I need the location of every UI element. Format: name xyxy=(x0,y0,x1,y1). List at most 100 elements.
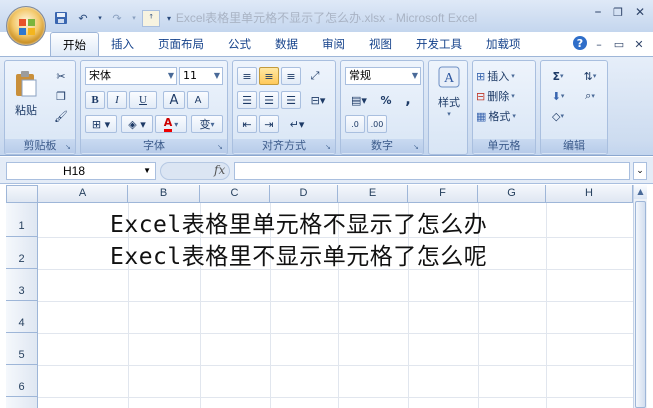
row-header-4[interactable]: 4 xyxy=(6,301,38,333)
column-header-c[interactable]: C xyxy=(200,185,270,203)
find-select-button[interactable]: ⌕ ▾ xyxy=(575,87,605,105)
grow-font-button[interactable]: A xyxy=(163,91,185,109)
comma-button[interactable]: , xyxy=(399,91,417,109)
phonetic-button[interactable]: 变 ▾ xyxy=(191,115,223,133)
column-header-g[interactable]: G xyxy=(478,185,546,203)
cut-icon[interactable]: ✂ xyxy=(51,67,71,85)
align-left-button[interactable]: ☰ xyxy=(237,91,257,109)
decrease-indent-button[interactable]: ⇤ xyxy=(237,115,257,133)
row-header-2[interactable]: 2 xyxy=(6,237,38,269)
row-header-6[interactable]: 6 xyxy=(6,365,38,397)
shrink-font-button[interactable]: A xyxy=(187,91,209,109)
styles-button[interactable]: A 样式 ▾ xyxy=(433,65,465,119)
italic-button[interactable]: I xyxy=(107,91,127,109)
font-launcher-icon[interactable]: ↘ xyxy=(217,143,225,151)
group-number: 常规 ▼ ▤▾ % , .0 .00 数字 ↘ xyxy=(340,60,424,155)
clipboard-launcher-icon[interactable]: ↘ xyxy=(65,143,73,151)
row-header-7[interactable] xyxy=(6,397,38,408)
gridline xyxy=(38,397,633,398)
paste-button[interactable]: 粘贴 xyxy=(9,65,43,123)
delete-cells-button[interactable]: ⊟ 删除 ▾ xyxy=(475,87,535,105)
percent-button[interactable]: % xyxy=(377,91,395,109)
tab-developer[interactable]: 开发工具 xyxy=(404,32,474,56)
tab-review[interactable]: 审阅 xyxy=(310,32,357,56)
tab-data[interactable]: 数据 xyxy=(263,32,310,56)
scroll-up-icon[interactable]: ▲ xyxy=(634,185,647,199)
row-header-3[interactable]: 3 xyxy=(6,269,38,301)
decrease-decimal-button[interactable]: .00 xyxy=(367,115,387,133)
borders-button[interactable]: ⊞ ▾ xyxy=(85,115,117,133)
name-box[interactable]: H18 ▼ xyxy=(6,162,156,180)
tab-insert[interactable]: 插入 xyxy=(99,32,146,56)
row-header-5[interactable]: 5 xyxy=(6,333,38,365)
currency-button[interactable]: ▤▾ xyxy=(345,91,373,109)
align-bottom-button[interactable]: ≡ xyxy=(281,67,301,85)
orientation-button[interactable]: ⤢ xyxy=(305,67,325,85)
font-size-value: 11 xyxy=(183,69,197,82)
fill-button[interactable]: ⬇ ▾ xyxy=(543,87,573,105)
tab-home[interactable]: 开始 xyxy=(50,32,99,56)
insert-function-button[interactable]: fx xyxy=(214,163,225,177)
wrap-text-button[interactable]: ↵▾ xyxy=(283,115,311,133)
column-header-b[interactable]: B xyxy=(128,185,200,203)
fill-color-button[interactable]: ◈ ▾ xyxy=(121,115,153,133)
font-color-button[interactable]: A ▾ xyxy=(155,115,187,133)
select-all-button[interactable] xyxy=(6,185,38,203)
format-painter-icon[interactable]: 🖌 xyxy=(51,107,71,125)
number-launcher-icon[interactable]: ↘ xyxy=(413,143,421,151)
insert-cells-button[interactable]: ⊞ 插入 ▾ xyxy=(475,67,535,85)
expand-formula-bar-button[interactable]: ⌄ xyxy=(633,162,647,180)
column-header-f[interactable]: F xyxy=(408,185,478,203)
row-header-1[interactable]: 1 xyxy=(6,203,38,237)
font-name-select[interactable]: 宋体 ▼ xyxy=(85,67,177,85)
autosum-button[interactable]: Σ ▾ xyxy=(543,67,573,85)
fill-icon: ⬇ xyxy=(551,89,561,103)
bold-button[interactable]: B xyxy=(85,91,105,109)
copy-icon[interactable]: ❐ xyxy=(51,87,71,105)
minimize-button[interactable]: – xyxy=(588,4,608,20)
underline-button[interactable]: U xyxy=(129,91,157,109)
alignment-launcher-icon[interactable]: ↘ xyxy=(325,143,333,151)
align-right-button[interactable]: ☰ xyxy=(281,91,301,109)
group-font: 宋体 ▼ 11 ▼ B I U A A ⊞ ▾ ◈ ▾ A ▾ 变 ▾ 字体 ↘ xyxy=(80,60,228,155)
clear-button[interactable]: ◇ ▾ xyxy=(543,107,573,125)
align-center-button[interactable]: ☰ xyxy=(259,91,279,109)
restore-button[interactable]: ❐ xyxy=(608,6,628,19)
column-header-h[interactable]: H xyxy=(546,185,633,203)
workbook-minimize-button[interactable]: – xyxy=(591,36,607,52)
column-header-a[interactable]: A xyxy=(38,185,128,203)
format-cells-button[interactable]: ▦ 格式 ▾ xyxy=(475,107,535,125)
tab-addins[interactable]: 加载项 xyxy=(474,32,533,56)
tab-formulas[interactable]: 公式 xyxy=(216,32,263,56)
align-top-button[interactable]: ≡ xyxy=(237,67,257,85)
group-clipboard: 粘贴 ✂ ❐ 🖌 剪贴板 ↘ xyxy=(4,60,76,155)
group-label: 编辑 xyxy=(541,139,607,153)
align-middle-button[interactable]: ≡ xyxy=(259,67,279,85)
sort-filter-button[interactable]: ⇅ ▾ xyxy=(575,67,605,85)
group-cells: ⊞ 插入 ▾ ⊟ 删除 ▾ ▦ 格式 ▾ 单元格 xyxy=(472,60,536,155)
tab-page-layout[interactable]: 页面布局 xyxy=(146,32,216,56)
svg-text:A: A xyxy=(444,71,455,86)
font-size-select[interactable]: 11 ▼ xyxy=(179,67,223,85)
tab-view[interactable]: 视图 xyxy=(357,32,404,56)
number-format-select[interactable]: 常规 ▼ xyxy=(345,67,421,85)
column-header-d[interactable]: D xyxy=(270,185,338,203)
column-header-e[interactable]: E xyxy=(338,185,408,203)
cell-text-line-1[interactable]: Excel表格里单元格不显示了怎么办 xyxy=(110,205,487,239)
help-icon[interactable]: ? xyxy=(573,36,587,50)
workbook-restore-button[interactable]: ▭ xyxy=(611,36,627,52)
workbook-close-button[interactable]: ✕ xyxy=(631,36,647,52)
scrollbar-thumb[interactable] xyxy=(635,201,646,408)
close-button[interactable]: ✕ xyxy=(630,5,650,19)
formula-input[interactable] xyxy=(234,162,630,180)
office-button[interactable] xyxy=(6,6,46,46)
group-styles: A 样式 ▾ xyxy=(428,60,468,155)
cell-text-line-2[interactable]: Execl表格里不显示单元格了怎么呢 xyxy=(110,237,487,271)
sort-filter-icon: ⇅ xyxy=(583,69,593,83)
increase-indent-button[interactable]: ⇥ xyxy=(259,115,279,133)
number-format-value: 常规 xyxy=(349,69,371,82)
vertical-scrollbar[interactable]: ▲ xyxy=(633,185,647,408)
merge-center-button[interactable]: ⊟▾ xyxy=(305,91,331,109)
group-label: 数字 xyxy=(341,139,423,153)
increase-decimal-button[interactable]: .0 xyxy=(345,115,365,133)
